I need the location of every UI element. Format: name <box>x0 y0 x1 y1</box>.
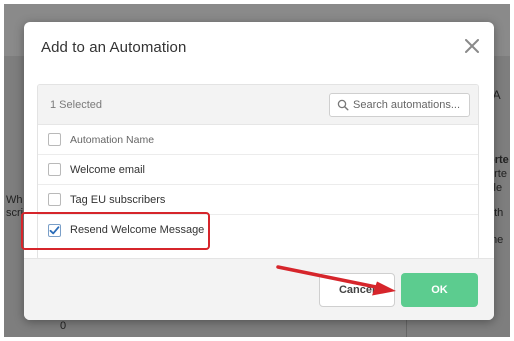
modal-title: Add to an Automation <box>41 39 187 56</box>
ok-button[interactable]: OK <box>401 273 478 307</box>
row-checkbox[interactable] <box>48 193 61 206</box>
modal-header: Add to an Automation <box>24 22 494 76</box>
list-header-row: Automation Name <box>38 125 478 155</box>
row-checkbox[interactable] <box>48 163 61 176</box>
screenshot-frame: Wh scri nt A orte orte file nth me 0 Add… <box>0 0 514 341</box>
modal-footer: Cancel OK <box>24 258 494 320</box>
selected-count: 1 Selected <box>50 99 102 111</box>
select-all-checkbox[interactable] <box>48 133 61 146</box>
automation-name: Welcome email <box>70 163 145 176</box>
close-button[interactable] <box>462 36 482 56</box>
list-toolbar: 1 Selected <box>38 85 478 125</box>
search-input[interactable] <box>353 99 471 111</box>
search-box[interactable] <box>329 93 471 117</box>
cancel-button[interactable]: Cancel <box>319 273 395 307</box>
background-value: 0 <box>60 320 67 332</box>
list-item[interactable]: Welcome email <box>38 155 478 185</box>
close-icon <box>465 39 479 53</box>
column-header-name: Automation Name <box>70 133 155 146</box>
annotation-highlight-box <box>21 212 210 250</box>
add-to-automation-modal: Add to an Automation 1 Selected Search a… <box>24 22 494 320</box>
list-item[interactable]: Tag EU subscribers <box>38 185 478 215</box>
background-text: Wh <box>6 194 23 206</box>
automation-name: Tag EU subscribers <box>70 193 166 206</box>
search-icon <box>337 99 349 111</box>
